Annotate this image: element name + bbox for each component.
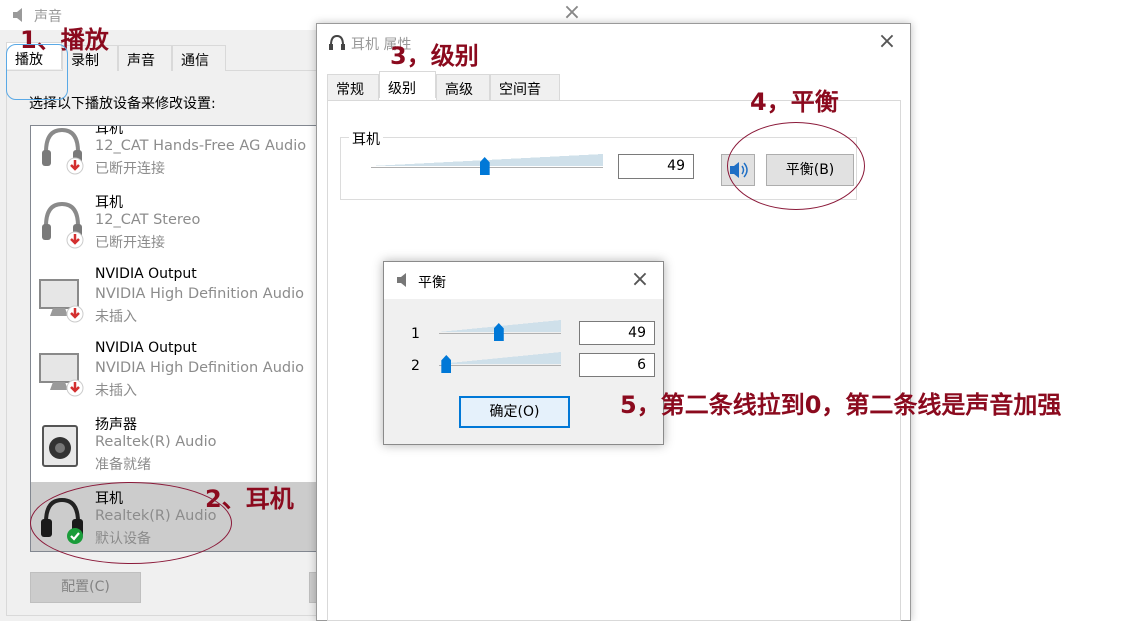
device-item[interactable]: NVIDIA Output NVIDIA High Definition Aud…: [31, 334, 317, 408]
configure-button[interactable]: 配置(C): [30, 572, 141, 603]
speaker-app-icon: [397, 273, 406, 287]
annotation-step-5: 5，第二条线拉到0，第二条线是声音加强: [620, 391, 1062, 419]
device-name: NVIDIA Output: [95, 340, 197, 356]
device-driver: NVIDIA High Definition Audio: [95, 360, 304, 376]
channel-track: [439, 352, 561, 364]
device-status: 已断开连接: [95, 235, 165, 251]
device-item[interactable]: 耳机 12_CAT Stereo 已断开连接: [31, 186, 317, 260]
tab-general[interactable]: 常规: [327, 74, 379, 100]
device-driver: 12_CAT Stereo: [95, 212, 201, 228]
device-item[interactable]: 扬声器 Realtek(R) Audio 准备就绪: [31, 408, 317, 482]
annotation-highlight-balance: [727, 122, 865, 210]
headphone-disconnected-icon: [42, 127, 84, 175]
volume-value[interactable]: 49: [618, 154, 694, 179]
device-status: 已断开连接: [95, 161, 165, 177]
close-icon[interactable]: ×: [562, 2, 582, 24]
device-driver: NVIDIA High Definition Audio: [95, 286, 304, 302]
annotation-highlight-tab: [6, 44, 68, 100]
close-icon[interactable]: ×: [877, 31, 897, 53]
tab-communications[interactable]: 通信: [172, 45, 226, 71]
device-driver: Realtek(R) Audio: [95, 434, 217, 450]
balance-titlebar: 平衡 ×: [384, 262, 663, 299]
monitor-unplugged-icon: [39, 353, 84, 397]
tab-advanced[interactable]: 高级: [436, 74, 490, 100]
dialog-title: 平衡: [418, 275, 446, 291]
device-status: 未插入: [95, 309, 137, 325]
device-name: NVIDIA Output: [95, 266, 197, 282]
ok-button[interactable]: 确定(O): [459, 396, 570, 428]
channel-label: 2: [411, 358, 420, 374]
channel-track-line: [439, 365, 561, 366]
tab-levels[interactable]: 级别: [379, 71, 436, 98]
device-item[interactable]: NVIDIA Output NVIDIA High Definition Aud…: [31, 260, 317, 334]
headphone-app-icon: [329, 34, 345, 50]
close-icon[interactable]: ×: [630, 269, 650, 291]
device-item[interactable]: 耳机 12_CAT Hands-Free AG Audio 已断开连接: [31, 125, 317, 186]
level-label: 耳机: [349, 129, 383, 149]
channel-1-value[interactable]: 49: [579, 321, 655, 345]
annotation-highlight-device: [30, 482, 232, 564]
channel-2-value[interactable]: 6: [579, 353, 655, 377]
monitor-unplugged-icon: [39, 279, 84, 323]
tab-sounds[interactable]: 声音: [118, 45, 172, 71]
device-name: 扬声器: [95, 417, 137, 433]
speaker-icon: [42, 425, 78, 467]
tab-spatial-sound[interactable]: 空间音效: [490, 74, 560, 118]
device-driver: 12_CAT Hands-Free AG Audio: [95, 138, 307, 154]
device-status: 未插入: [95, 383, 137, 399]
device-status: 准备就绪: [95, 457, 151, 473]
annotation-step-4: 4，平衡: [750, 88, 839, 116]
device-name: 耳机: [95, 195, 123, 211]
annotation-step-3: 3，级别: [390, 42, 479, 70]
headphone-disconnected-icon: [42, 201, 84, 249]
device-name: 耳机: [95, 125, 123, 137]
channel-label: 1: [411, 326, 420, 342]
